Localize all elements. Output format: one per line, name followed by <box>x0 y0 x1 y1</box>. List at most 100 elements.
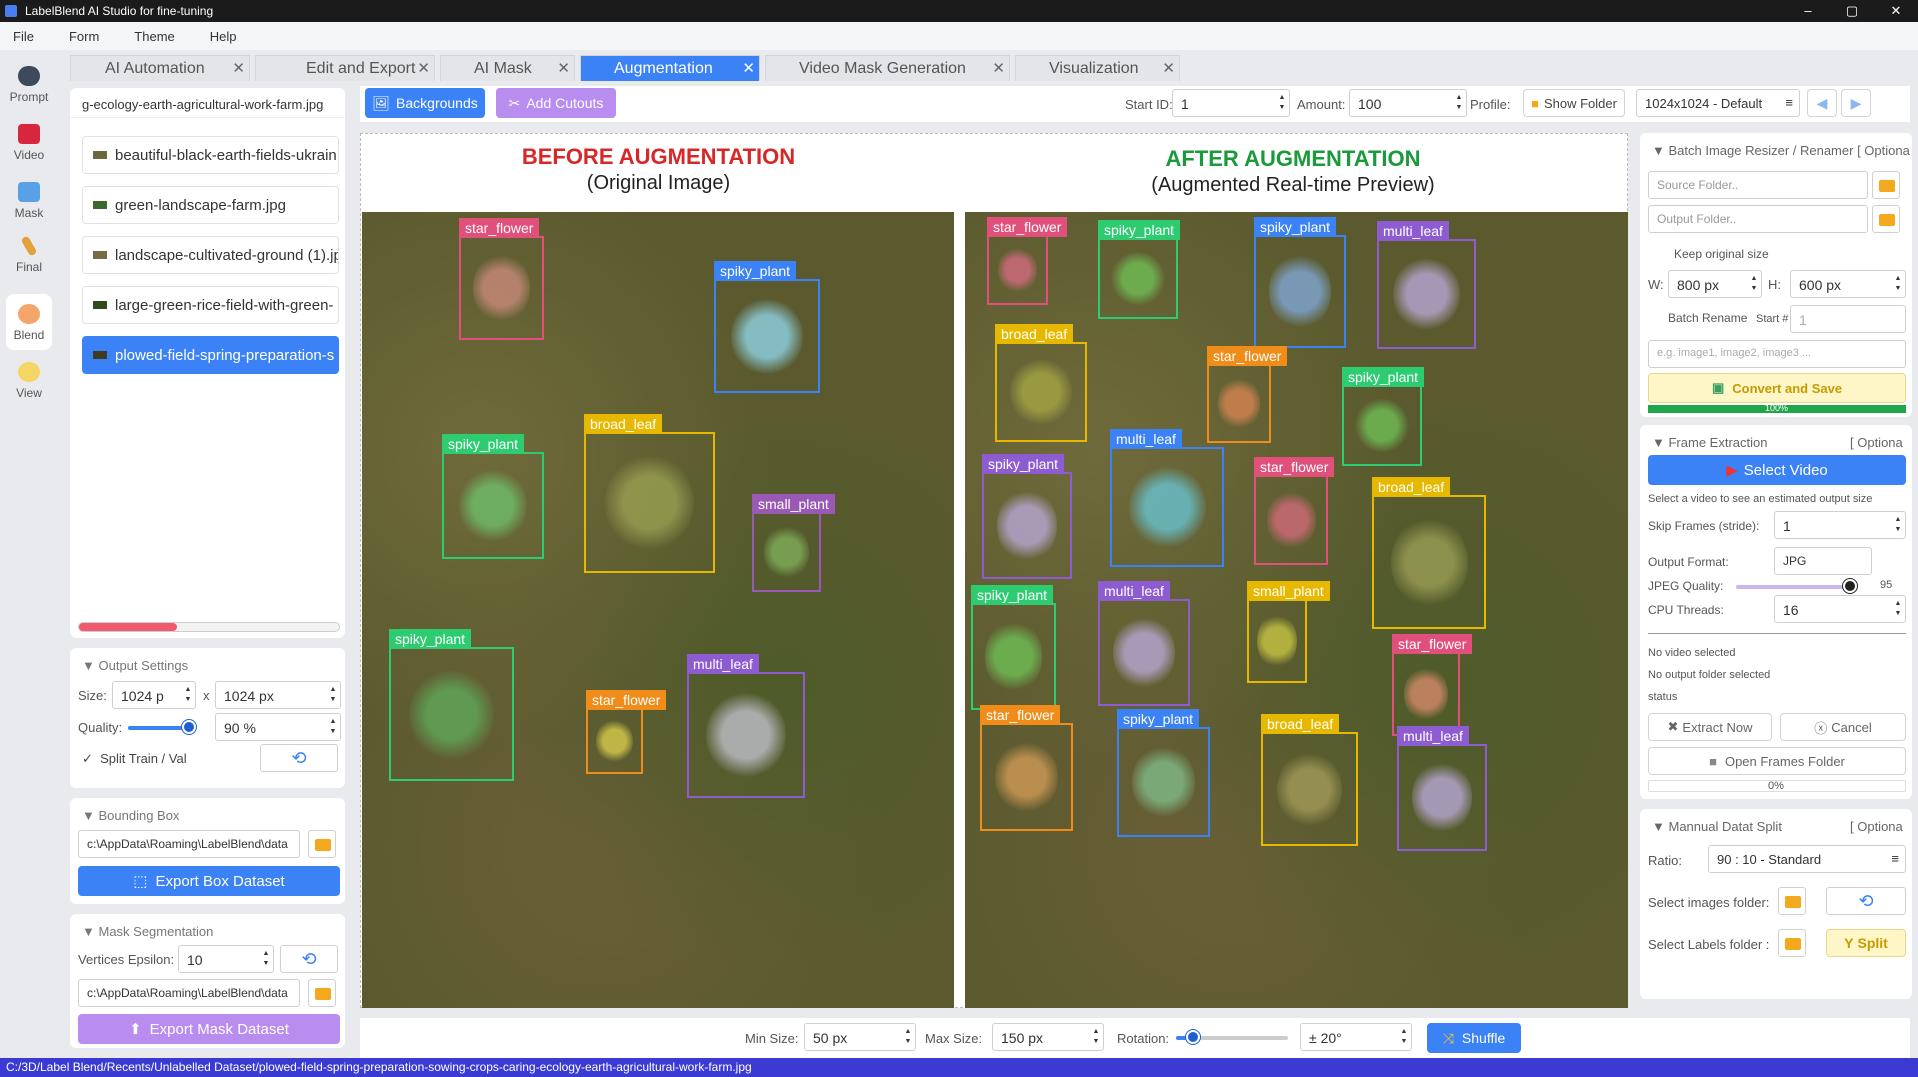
split-button[interactable]: Y Split <box>1826 929 1906 957</box>
export-mask-dataset-button[interactable]: ⬆ Export Mask Dataset <box>78 1014 340 1044</box>
min-size-input[interactable]: 50 px ▲ ▼ <box>804 1023 916 1051</box>
start-id-input[interactable]: 1 ▲ ▼ <box>1172 89 1290 117</box>
previous-profile-button[interactable]: ◀ <box>1807 89 1837 117</box>
rotation-input[interactable]: ± 20° ▲ ▼ <box>1300 1023 1412 1051</box>
nav-mask[interactable]: Mask <box>0 172 58 228</box>
mask-segmentation-title[interactable]: ▼ Mask Segmentation <box>82 924 213 939</box>
spin-arrows-icon[interactable]: ▲ ▼ <box>1277 93 1287 113</box>
box-dataset-path-input[interactable]: c:\AppData\Roaming\LabelBlend\data <box>78 830 300 858</box>
tab-ai-mask[interactable]: AI Mask ✕ <box>440 55 575 81</box>
close-icon[interactable]: ✕ <box>742 59 755 77</box>
tab-visualization[interactable]: Visualization ✕ <box>1015 55 1180 81</box>
spin-arrows-icon[interactable]: ▲ ▼ <box>261 949 271 969</box>
slider-knob[interactable] <box>1185 1030 1200 1044</box>
maximize-button[interactable]: ▢ <box>1830 0 1874 22</box>
nav-video[interactable]: Video <box>0 114 58 170</box>
keep-original-size-checkbox[interactable]: Keep original size <box>1674 247 1769 261</box>
output-settings-title[interactable]: ▼ Output Settings <box>82 658 188 673</box>
browse-folder-button[interactable] <box>308 979 336 1007</box>
reset-split-button[interactable]: ⟲ <box>1826 887 1906 915</box>
cpu-threads-input[interactable]: 16 ▲ ▼ <box>1774 595 1906 623</box>
scrollbar-thumb[interactable] <box>79 623 177 631</box>
amount-input[interactable]: 100 ▲ ▼ <box>1349 89 1467 117</box>
slider-knob[interactable] <box>1843 579 1857 593</box>
reset-button[interactable]: ⟲ <box>260 744 338 772</box>
quality-input[interactable]: 90 % ▲ ▼ <box>215 713 341 741</box>
backgrounds-button[interactable]: 🖼 Backgrounds <box>365 88 485 118</box>
bounding-box-title[interactable]: ▼ Bounding Box <box>82 808 179 823</box>
source-folder-input[interactable]: Source Folder.. <box>1648 171 1868 199</box>
rename-pattern-input[interactable]: e.g. image1, image2, image3 ... <box>1648 340 1906 368</box>
list-item[interactable]: landscape-cultivated-ground (1).jp <box>82 236 339 274</box>
close-icon[interactable]: ✕ <box>417 59 430 77</box>
tab-ai-automation[interactable]: AI Automation ✕ <box>70 55 250 81</box>
spin-arrows-icon[interactable]: ▲ ▼ <box>183 685 193 705</box>
close-icon[interactable]: ✕ <box>1162 59 1175 77</box>
minimize-button[interactable]: – <box>1786 0 1830 22</box>
spin-arrows-icon[interactable]: ▲ ▼ <box>328 685 338 705</box>
browse-output-button[interactable] <box>1872 205 1900 233</box>
jpeg-quality-slider[interactable] <box>1736 579 1857 593</box>
manual-split-title[interactable]: ▼ Mannual Datat Split <box>1652 819 1782 834</box>
quality-slider[interactable] <box>128 720 197 734</box>
add-cutouts-button[interactable]: ✂ Add Cutouts <box>496 88 616 118</box>
height-input[interactable]: 1024 px ▲ ▼ <box>215 681 341 709</box>
horizontal-scrollbar[interactable] <box>78 622 340 632</box>
max-size-input[interactable]: 150 px ▲ ▼ <box>992 1023 1104 1051</box>
spin-arrows-icon[interactable]: ▲ ▼ <box>1893 515 1903 535</box>
shuffle-button[interactable]: ⤨ Shuffle <box>1427 1023 1521 1053</box>
nav-blend[interactable]: Blend <box>6 294 52 350</box>
menu-theme[interactable]: Theme <box>134 29 174 44</box>
menu-help[interactable]: Help <box>210 29 237 44</box>
nav-view[interactable]: View <box>0 352 58 408</box>
profile-select[interactable]: 1024x1024 - Default ≡ <box>1636 89 1800 117</box>
rotation-slider[interactable] <box>1176 1030 1288 1044</box>
browse-source-button[interactable] <box>1872 171 1900 199</box>
width-input[interactable]: 1024 p ▲ ▼ <box>112 681 196 709</box>
nav-prompt[interactable]: Prompt <box>0 56 58 112</box>
start-number-input[interactable]: 1 <box>1790 305 1906 333</box>
close-icon[interactable]: ✕ <box>992 59 1005 77</box>
open-frames-folder-button[interactable]: ■ Open Frames Folder <box>1648 747 1906 775</box>
select-video-button[interactable]: ▶ Select Video <box>1648 455 1906 485</box>
list-item[interactable]: beautiful-black-earth-fields-ukrain <box>82 136 339 174</box>
spin-arrows-icon[interactable]: ▲ ▼ <box>1454 93 1464 113</box>
resize-width-input[interactable]: 800 px ▲ ▼ <box>1668 270 1762 298</box>
output-folder-input[interactable]: Output Folder.. <box>1648 205 1868 233</box>
browse-labels-button[interactable] <box>1778 929 1806 957</box>
list-item[interactable]: green-landscape-farm.jpg <box>82 186 339 224</box>
extract-now-button[interactable]: ✖ Extract Now <box>1648 713 1772 741</box>
skip-frames-input[interactable]: 1 ▲ ▼ <box>1774 511 1906 539</box>
close-icon[interactable]: ✕ <box>557 59 570 77</box>
resize-height-input[interactable]: 600 px ▲ ▼ <box>1790 270 1906 298</box>
output-format-select[interactable]: JPG <box>1774 547 1872 575</box>
browse-folder-button[interactable] <box>308 830 336 858</box>
batch-rename-checkbox[interactable]: Batch Rename <box>1668 311 1747 325</box>
tab-augmentation[interactable]: Augmentation ✕ <box>580 55 760 81</box>
close-button[interactable]: ✕ <box>1874 0 1918 22</box>
list-item[interactable]: large-green-rice-field-with-green- <box>82 286 339 324</box>
reset-epsilon-button[interactable]: ⟲ <box>280 945 338 973</box>
menu-form[interactable]: Form <box>69 29 99 44</box>
spin-arrows-icon[interactable]: ▲ ▼ <box>328 717 338 737</box>
browse-images-button[interactable] <box>1778 887 1806 915</box>
convert-and-save-button[interactable]: ▣ Convert and Save <box>1648 373 1906 403</box>
split-train-val-checkbox[interactable]: ✓ Split Train / Val <box>82 751 187 767</box>
mask-dataset-path-input[interactable]: c:\AppData\Roaming\LabelBlend\data <box>78 979 300 1007</box>
slider-knob[interactable] <box>182 720 197 734</box>
show-folder-button[interactable]: ■ Show Folder <box>1523 89 1625 117</box>
tab-video-mask-generation[interactable]: Video Mask Generation ✕ <box>765 55 1010 81</box>
cancel-extraction-button[interactable]: ⓧ Cancel <box>1780 713 1906 741</box>
spin-arrows-icon[interactable]: ▲ ▼ <box>903 1027 913 1047</box>
frame-extraction-title[interactable]: ▼ Frame Extraction <box>1652 435 1767 450</box>
menu-file[interactable]: File <box>13 29 34 44</box>
list-item-selected[interactable]: plowed-field-spring-preparation-s <box>82 336 339 374</box>
spin-arrows-icon[interactable]: ▲ ▼ <box>1893 599 1903 619</box>
epsilon-input[interactable]: 10 ▲ ▼ <box>178 945 274 973</box>
next-profile-button[interactable]: ▶ <box>1841 89 1871 117</box>
tab-edit-and-export[interactable]: Edit and Export ✕ <box>255 55 435 81</box>
spin-arrows-icon[interactable]: ▲ ▼ <box>1091 1027 1101 1047</box>
spin-arrows-icon[interactable]: ▲ ▼ <box>1399 1027 1409 1047</box>
batch-resizer-title[interactable]: ▼ Batch Image Resizer / Renamer [ Option… <box>1652 143 1910 158</box>
spin-arrows-icon[interactable]: ▲ ▼ <box>1893 274 1903 294</box>
